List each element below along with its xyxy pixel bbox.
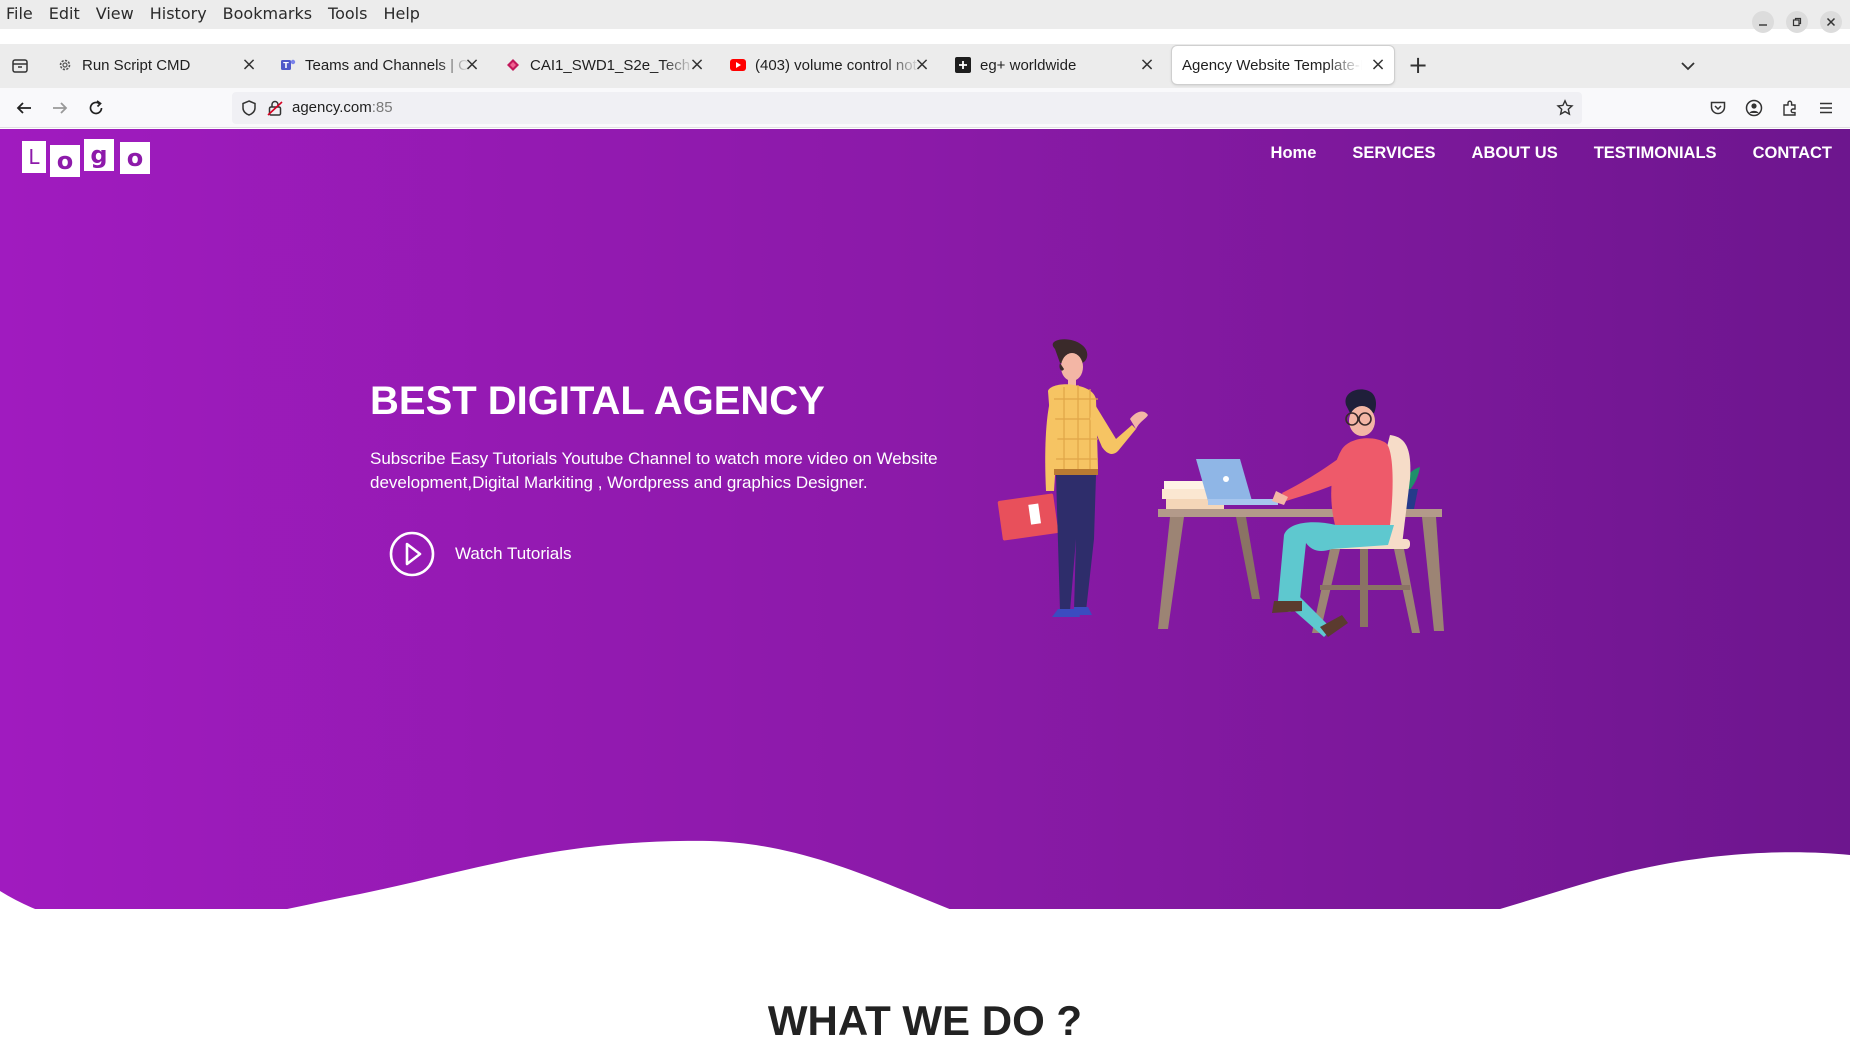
chevron-down-icon[interactable] [1676,54,1700,78]
tab-run-script[interactable]: Run Script CMD × [47,46,265,84]
app-menu-button[interactable] [1814,96,1838,120]
account-button[interactable] [1742,96,1766,120]
nav-about-us[interactable]: ABOUT US [1472,144,1558,163]
hero-wave-divider [0,840,1850,929]
nav-services[interactable]: SERVICES [1352,144,1435,163]
back-arrow-icon [16,102,31,114]
office-workers-illustration [997,339,1444,637]
menu-edit[interactable]: Edit [41,0,88,29]
site-nav: Home SERVICES ABOUT US TESTIMONIALS CONT… [1271,144,1832,163]
minimize-icon [1759,24,1767,26]
insecure-lock-icon[interactable] [266,99,284,117]
menu-file[interactable]: File [0,0,41,29]
extensions-button[interactable] [1778,96,1802,120]
tab-title: Run Script CMD [82,56,191,74]
logo-letter: o [120,142,150,174]
menu-bookmarks[interactable]: Bookmarks [215,0,320,29]
pocket-button[interactable] [1706,96,1730,120]
tab-close-button[interactable]: × [1137,55,1157,75]
tab-title: CAI1_SWD1_S2e_Tech Ses [530,56,695,74]
forward-button[interactable] [48,96,72,120]
tab-agency-active[interactable]: Agency Website Template-E × [1172,46,1394,84]
close-window-button[interactable] [1820,11,1842,33]
url-port: :85 [371,99,393,116]
account-icon [1745,99,1763,117]
tab-close-button[interactable]: × [239,55,259,75]
menu-help[interactable]: Help [375,0,427,29]
tab-eg-plus[interactable]: eg+ worldwide × [945,46,1163,84]
nav-testimonials[interactable]: TESTIMONIALS [1594,144,1717,163]
tab-close-button[interactable]: × [1368,55,1388,75]
tab-close-button[interactable]: × [687,55,707,75]
tab-youtube[interactable]: (403) volume control not × [720,46,938,84]
menu-bar: File Edit View History Bookmarks Tools H… [0,0,1850,29]
section-title-what-we-do: WHAT WE DO ? [767,997,1083,1044]
hero-subtitle: Subscribe Easy Tutorials Youtube Channel… [370,449,938,492]
svg-text:T: T [283,61,289,70]
tab-teams[interactable]: T Teams and Channels | CAI × [270,46,488,84]
minimize-button[interactable] [1752,11,1774,33]
tab-bar: Run Script CMD × T Teams and Channels | … [0,44,1850,88]
restore-icon [1792,17,1802,27]
logo-letter: o [50,145,80,177]
tab-powerapps[interactable]: CAI1_SWD1_S2e_Tech Ses × [495,46,713,84]
tab-close-button[interactable]: × [462,55,482,75]
teams-icon: T [280,57,296,73]
firefox-view-icon[interactable] [10,56,30,76]
navigation-toolbar: agency.com:85 [0,88,1850,128]
url-text: agency.com:85 [292,99,393,116]
pocket-icon [1710,101,1726,115]
menu-history[interactable]: History [142,0,215,29]
menu-tools[interactable]: Tools [320,0,375,29]
puzzle-icon [1783,100,1796,116]
new-tab-button[interactable]: + [1404,52,1432,80]
web-page: L o g o Home SERVICES ABOUT US TESTIMONI… [0,129,1850,1053]
menu-view[interactable]: View [88,0,142,29]
nav-home[interactable]: Home [1271,144,1317,163]
forward-arrow-icon [53,102,68,114]
tab-title: Agency Website Template-E [1182,56,1362,74]
logo-letter: g [84,139,114,171]
tab-title: (403) volume control not [755,56,917,74]
gear-icon [57,57,73,73]
watch-tutorials-button[interactable]: Watch Tutorials [388,530,572,578]
close-icon [1826,17,1836,27]
tab-close-button[interactable]: × [912,55,932,75]
tab-title: eg+ worldwide [980,56,1077,74]
watch-tutorials-label: Watch Tutorials [455,544,572,563]
restore-button[interactable] [1786,11,1808,33]
site-logo[interactable]: L o g o [22,139,150,177]
logo-letter: L [22,141,46,173]
shield-icon[interactable] [240,99,258,117]
window-controls [1752,11,1842,33]
bookmark-star-icon[interactable] [1556,99,1574,117]
powerapps-icon [505,57,521,73]
hamburger-menu-icon [1820,102,1832,114]
standing-man [997,339,1148,617]
reload-button[interactable] [84,96,108,120]
youtube-icon [730,57,746,73]
tab-title: Teams and Channels | CAI [305,56,470,74]
nav-contact[interactable]: CONTACT [1753,144,1832,163]
reload-icon [89,100,103,115]
hero-title: BEST DIGITAL AGENCY [370,379,825,423]
eg-plus-icon [955,57,971,73]
url-host: agency.com [292,99,372,116]
back-button[interactable] [12,96,36,120]
play-circle-icon [389,531,435,577]
url-bar[interactable]: agency.com:85 [232,92,1582,124]
